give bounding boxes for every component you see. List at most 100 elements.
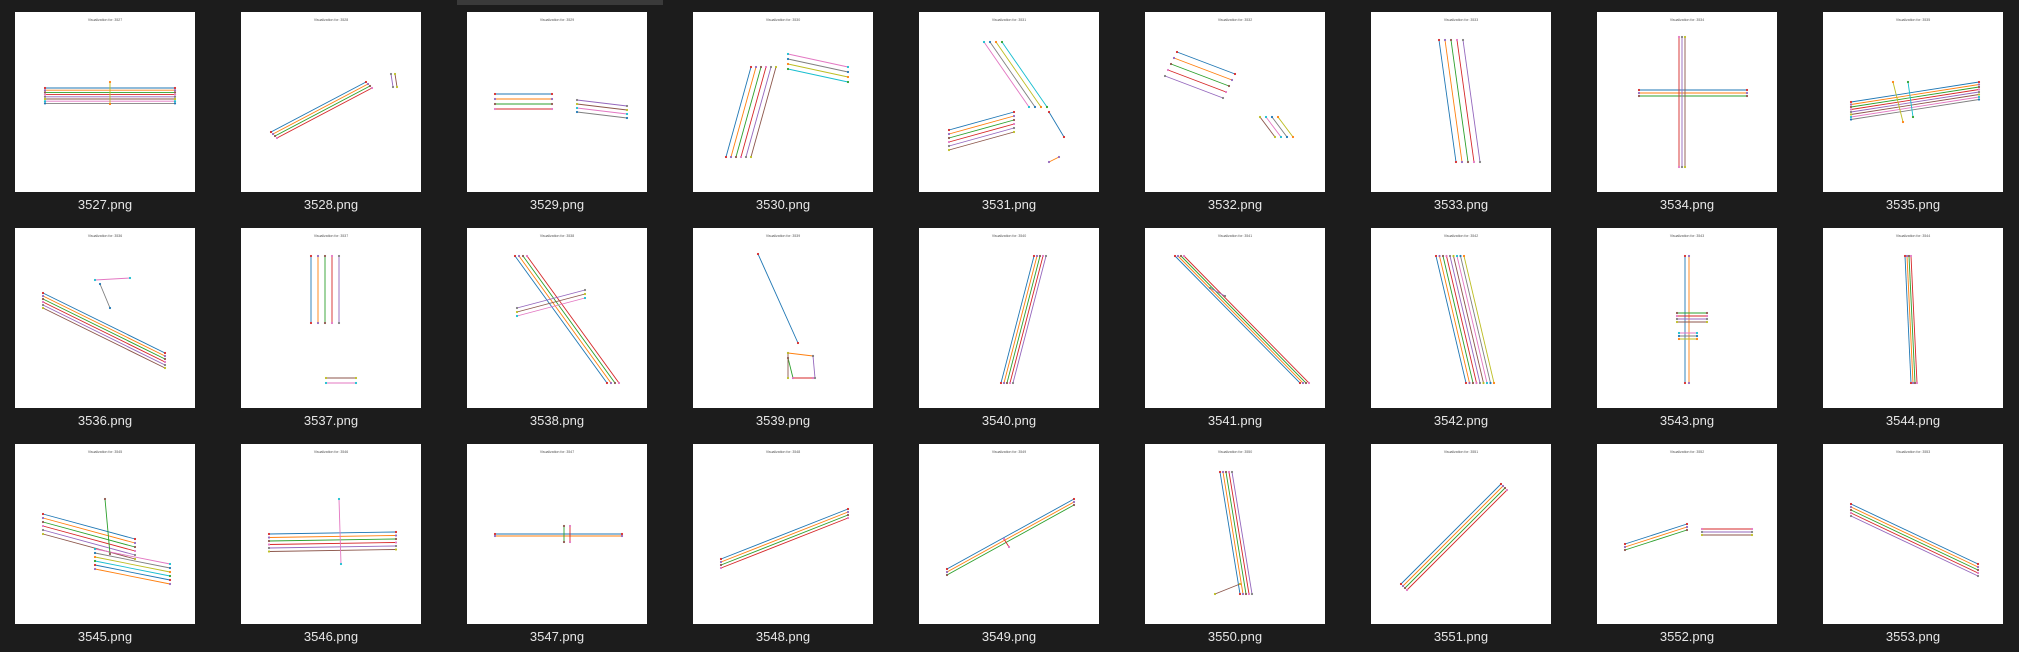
image-preview[interactable]: Visualization for: 3541	[1145, 228, 1325, 408]
lane-point	[786, 376, 790, 380]
file-name-label[interactable]: 3532.png	[1130, 197, 1340, 212]
file-name-label[interactable]: 3536.png	[0, 413, 210, 428]
image-preview[interactable]: Visualization for: 3527	[15, 12, 195, 192]
lane-point	[1849, 115, 1853, 119]
image-preview[interactable]: Visualization for: 3550	[1145, 444, 1325, 624]
file-thumbnail-item[interactable]: Visualization for: 3534 3534.png	[1582, 0, 1808, 216]
file-name-label[interactable]: 3537.png	[226, 413, 436, 428]
lane-point	[1478, 381, 1482, 385]
lane-point	[813, 376, 817, 380]
file-thumbnail-item[interactable]: Visualization for: 3538 3538.png	[452, 216, 678, 432]
file-name-label[interactable]: 3544.png	[1808, 413, 2018, 428]
image-preview[interactable]: Visualization for: 3529	[467, 12, 647, 192]
file-name-label[interactable]: 3535.png	[1808, 197, 2018, 212]
file-name-label[interactable]: 3541.png	[1130, 413, 1340, 428]
file-name-label[interactable]: 3553.png	[1808, 629, 2018, 644]
image-preview[interactable]: Visualization for: 3549	[919, 444, 1099, 624]
file-thumbnail-item[interactable]: Visualization for: 3536 3536.png	[0, 216, 226, 432]
image-preview[interactable]: Visualization for: 3532	[1145, 12, 1325, 192]
file-thumbnail-item[interactable]: Visualization for: 3533 3533.png	[1356, 0, 1582, 216]
file-thumbnail-item[interactable]: Visualization for: 3547 3547.png	[452, 432, 678, 648]
lane-point	[1472, 160, 1476, 164]
image-preview[interactable]: Visualization for: 3536	[15, 228, 195, 408]
file-name-label[interactable]: 3548.png	[678, 629, 888, 644]
image-preview[interactable]: Visualization for: 3533	[1371, 12, 1551, 192]
lane-line	[516, 293, 586, 313]
image-preview[interactable]: Visualization for: 3531	[919, 12, 1099, 192]
file-name-label[interactable]: 3545.png	[0, 629, 210, 644]
image-preview[interactable]: Visualization for: 3551	[1371, 444, 1551, 624]
file-name-label[interactable]: 3533.png	[1356, 197, 1566, 212]
image-preview[interactable]: Visualization for: 3535	[1823, 12, 2003, 192]
file-thumbnail-item[interactable]: Visualization for: 3549 3549.png	[904, 432, 1130, 648]
image-preview[interactable]: Visualization for: 3543	[1597, 228, 1777, 408]
image-preview[interactable]: Visualization for: 3540	[919, 228, 1099, 408]
image-preview[interactable]: Visualization for: 3538	[467, 228, 647, 408]
image-preview[interactable]: Visualization for: 3546	[241, 444, 421, 624]
file-thumbnail-item[interactable]: Visualization for: 3527 3527.png	[0, 0, 226, 216]
file-thumbnail-item[interactable]: Visualization for: 3552 3552.png	[1582, 432, 1808, 648]
file-thumbnail-item[interactable]: Visualization for: 3529 3529.png	[452, 0, 678, 216]
image-preview[interactable]: Visualization for: 3547	[467, 444, 647, 624]
file-name-label[interactable]: 3529.png	[452, 197, 662, 212]
file-name-label[interactable]: 3540.png	[904, 413, 1114, 428]
file-thumbnail-item[interactable]: Visualization for: 3540 3540.png	[904, 216, 1130, 432]
file-name-label[interactable]: 3542.png	[1356, 413, 1566, 428]
file-thumbnail-item[interactable]: Visualization for: 3531 3531.png	[904, 0, 1130, 216]
lane-visualization	[41, 276, 167, 370]
image-preview[interactable]: Visualization for: 3537	[241, 228, 421, 408]
file-name-label[interactable]: 3543.png	[1582, 413, 1792, 428]
file-name-label[interactable]: 3549.png	[904, 629, 1114, 644]
file-thumbnail-item[interactable]: Visualization for: 3545 3545.png	[0, 432, 226, 648]
file-thumbnail-item[interactable]: Visualization for: 3546 3546.png	[226, 432, 452, 648]
image-preview[interactable]: Visualization for: 3545	[15, 444, 195, 624]
file-thumbnail-item[interactable]: Visualization for: 3537 3537.png	[226, 216, 452, 432]
lane-point	[1230, 470, 1234, 474]
file-name-label[interactable]: 3530.png	[678, 197, 888, 212]
image-preview[interactable]: Visualization for: 3553	[1823, 444, 2003, 624]
file-thumbnail-item[interactable]: Visualization for: 3535 3535.png	[1808, 0, 2019, 216]
file-thumbnail-item[interactable]: Visualization for: 3541 3541.png	[1130, 216, 1356, 432]
file-name-label[interactable]: 3551.png	[1356, 629, 1566, 644]
file-name-label[interactable]: 3538.png	[452, 413, 662, 428]
image-preview[interactable]: Visualization for: 3548	[693, 444, 873, 624]
file-thumbnail-item[interactable]: Visualization for: 3551 3551.png	[1356, 432, 1582, 648]
file-thumbnail-item[interactable]: Visualization for: 3532 3532.png	[1130, 0, 1356, 216]
file-thumbnail-item[interactable]: Visualization for: 3542 3542.png	[1356, 216, 1582, 432]
file-name-label[interactable]: 3539.png	[678, 413, 888, 428]
file-thumbnail-item[interactable]: Visualization for: 3550 3550.png	[1130, 432, 1356, 648]
file-thumbnail-item[interactable]: Visualization for: 3544 3544.png	[1808, 216, 2019, 432]
image-preview[interactable]: Visualization for: 3552	[1597, 444, 1777, 624]
image-preview[interactable]: Visualization for: 3534	[1597, 12, 1777, 192]
file-thumbnail-item[interactable]: Visualization for: 3548 3548.png	[678, 432, 904, 648]
lane-point	[43, 95, 47, 98]
file-thumbnail-item[interactable]: Visualization for: 3528 3528.png	[226, 0, 452, 216]
file-name-label[interactable]: 3528.png	[226, 197, 436, 212]
lane-point	[1499, 482, 1503, 486]
file-name-label[interactable]: 3552.png	[1582, 629, 1792, 644]
lane-line	[1850, 86, 1980, 108]
lane-point	[108, 80, 112, 84]
lane-point	[769, 65, 773, 69]
lane-point	[337, 254, 341, 258]
file-name-label[interactable]: 3527.png	[0, 197, 210, 212]
image-preview[interactable]: Visualization for: 3542	[1371, 228, 1551, 408]
file-thumbnail-item[interactable]: Visualization for: 3543 3543.png	[1582, 216, 1808, 432]
file-name-label[interactable]: 3550.png	[1130, 629, 1340, 644]
file-name-label[interactable]: 3547.png	[452, 629, 662, 644]
file-thumbnail-item[interactable]: Visualization for: 3539 3539.png	[678, 216, 904, 432]
image-preview[interactable]: Visualization for: 3544	[1823, 228, 2003, 408]
lane-line	[272, 83, 369, 135]
lane-point	[1169, 62, 1173, 66]
lane-point	[1903, 254, 1907, 258]
file-name-label[interactable]: 3531.png	[904, 197, 1114, 212]
file-thumbnail-item[interactable]: Visualization for: 3530 3530.png	[678, 0, 904, 216]
image-preview[interactable]: Visualization for: 3539	[693, 228, 873, 408]
file-name-label[interactable]: 3546.png	[226, 629, 436, 644]
lane-point	[1012, 122, 1016, 126]
image-preview[interactable]: Visualization for: 3530	[693, 12, 873, 192]
file-thumbnail-item[interactable]: Visualization for: 3553 3553.png	[1808, 432, 2019, 648]
file-name-label[interactable]: 3534.png	[1582, 197, 1792, 212]
image-preview[interactable]: Visualization for: 3528	[241, 12, 421, 192]
lane-line	[274, 85, 371, 137]
